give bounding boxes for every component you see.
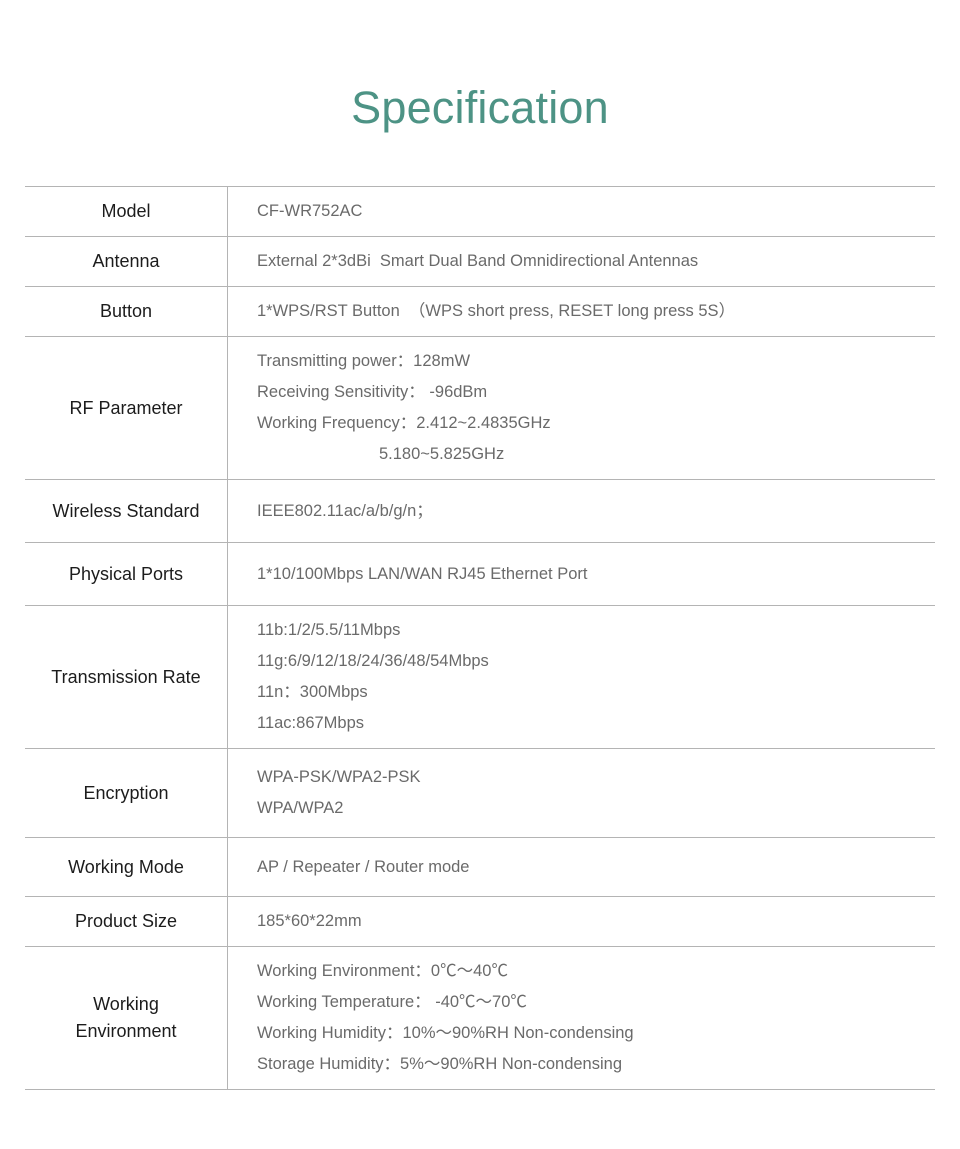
spec-label-rf-parameter: RF Parameter [25, 336, 228, 480]
spec-label-text: Wireless Standard [52, 500, 200, 521]
spec-value-line: Working Frequency：2.412~2.4835GHz [257, 414, 551, 432]
spec-label-line: Working [93, 994, 159, 1014]
table-row: Transmission Rate 11b:1/2/5.5/11Mbps 11g:6… [25, 605, 936, 749]
specification-table-body: Model CF-WR752AC Antenna External 2*3dBi Sm… [25, 186, 936, 1090]
spec-value-antenna: External 2*3dBi Smart Dual Band Omnidire… [228, 237, 936, 287]
spec-value-model: CF-WR752AC [228, 187, 936, 237]
table-row: Working Environment Working Environment：0℃… [25, 946, 936, 1090]
page-title: Specification [351, 82, 609, 133]
spec-label-product-size: Product Size [25, 896, 228, 947]
spec-value-transmission-rate: 11b:1/2/5.5/11Mbps 11g:6/9/12/18/24/36/48… [228, 606, 936, 749]
spec-value-line: Transmitting power：128mW [257, 352, 471, 370]
spec-value-line: 1*WPS/RST Button （WPS short press, RESET… [257, 302, 736, 320]
spec-value-line: IEEE802.11ac/a/b/g/n； [257, 501, 433, 520]
spec-label-text: Model [101, 201, 151, 221]
spec-label-text: Product Size [74, 911, 178, 931]
table-row: Antenna External 2*3dBi Smart Dual Band O… [25, 236, 936, 287]
spec-value-line: CF-WR752AC [257, 202, 363, 220]
spec-value-line: 11n：300Mbps [257, 683, 368, 701]
spec-value-product-size: 185*60*22mm [228, 897, 936, 947]
spec-value-line: 11b:1/2/5.5/11Mbps [257, 621, 401, 639]
spec-label-text: Encryption [83, 782, 169, 803]
spec-value-line: Working Humidity：10%〜90%RH Non-condensin… [257, 1024, 634, 1042]
spec-value-wireless-standard: IEEE802.11ac/a/b/g/n； [228, 480, 936, 543]
spec-value-line: 11g:6/9/12/18/24/36/48/54Mbps [257, 652, 489, 670]
spec-label-working-mode: Working Mode [25, 837, 228, 897]
spec-value-line: 11ac:867Mbps [257, 714, 365, 732]
spec-value-line: 5.180~5.825GHz [379, 445, 505, 463]
spec-label-working-environment: Working Environment [25, 946, 228, 1090]
spec-label-button: Button [25, 286, 228, 337]
spec-label-text: RF Parameter [69, 397, 183, 418]
spec-value-line: Receiving Sensitivity： -96dBm [257, 383, 488, 401]
specification-table: Model CF-WR752AC Antenna External 2*3dBi Sm… [25, 186, 935, 1090]
spec-label-text: Antenna [92, 251, 160, 271]
spec-value-line: Working Temperature： -40℃〜70℃ [257, 993, 527, 1011]
spec-label-physical-ports: Physical Ports [25, 542, 228, 606]
table-row: RF Parameter Transmitting power：128mW Rece… [25, 336, 936, 480]
spec-value-encryption: WPA-PSK/WPA2-PSK WPA/WPA2 [228, 749, 936, 838]
spec-label-wireless-standard: Wireless Standard [25, 479, 228, 543]
spec-label-encryption: Encryption [25, 748, 228, 838]
spec-value-physical-ports: 1*10/100Mbps LAN/WAN RJ45 Ethernet Port [228, 543, 936, 606]
spec-label-antenna: Antenna [25, 236, 228, 287]
table-row: Working Mode AP / Repeater / Router mode [25, 837, 936, 897]
spec-value-line: 1*10/100Mbps LAN/WAN RJ45 Ethernet Port [257, 564, 588, 583]
spec-value-line: AP / Repeater / Router mode [257, 857, 470, 876]
table-row: Encryption WPA-PSK/WPA2-PSK WPA/WPA2 [25, 748, 936, 838]
table-row: Model CF-WR752AC [25, 186, 936, 237]
spec-value-line: Working Environment：0℃〜40℃ [257, 962, 508, 980]
spec-value-working-environment: Working Environment：0℃〜40℃ Working Temper… [228, 947, 936, 1090]
spec-value-line: External 2*3dBi Smart Dual Band Omnidire… [257, 252, 699, 270]
spec-value-working-mode: AP / Repeater / Router mode [228, 838, 936, 897]
spec-label-transmission-rate: Transmission Rate [25, 605, 228, 749]
spec-value-rf-parameter: Transmitting power：128mW Receiving Sensit… [228, 337, 936, 480]
spec-label-line: Environment [75, 1021, 177, 1041]
spec-label-text: Physical Ports [68, 563, 184, 584]
table-row: Physical Ports 1*10/100Mbps LAN/WAN RJ45 … [25, 542, 936, 606]
table-row: Wireless Standard IEEE802.11ac/a/b/g/n； [25, 479, 936, 543]
table-row: Button 1*WPS/RST Button （WPS short press,… [25, 286, 936, 337]
specification-page: Specification Model CF-WR752AC Antenna Exte… [0, 0, 960, 1149]
spec-value-line: WPA-PSK/WPA2-PSK [257, 768, 421, 786]
spec-value-line: WPA/WPA2 [257, 799, 344, 817]
spec-label-text: Button [99, 301, 153, 321]
spec-value-line: Storage Humidity：5%〜90%RH Non-condensing [257, 1055, 623, 1073]
table-row: Product Size 185*60*22mm [25, 896, 936, 947]
spec-label-text: Working Mode [68, 856, 184, 877]
spec-label-model: Model [25, 186, 228, 237]
spec-label-text: Transmission Rate [51, 666, 201, 687]
spec-value-button: 1*WPS/RST Button （WPS short press, RESET… [228, 287, 936, 337]
spec-value-line: 185*60*22mm [257, 912, 362, 930]
